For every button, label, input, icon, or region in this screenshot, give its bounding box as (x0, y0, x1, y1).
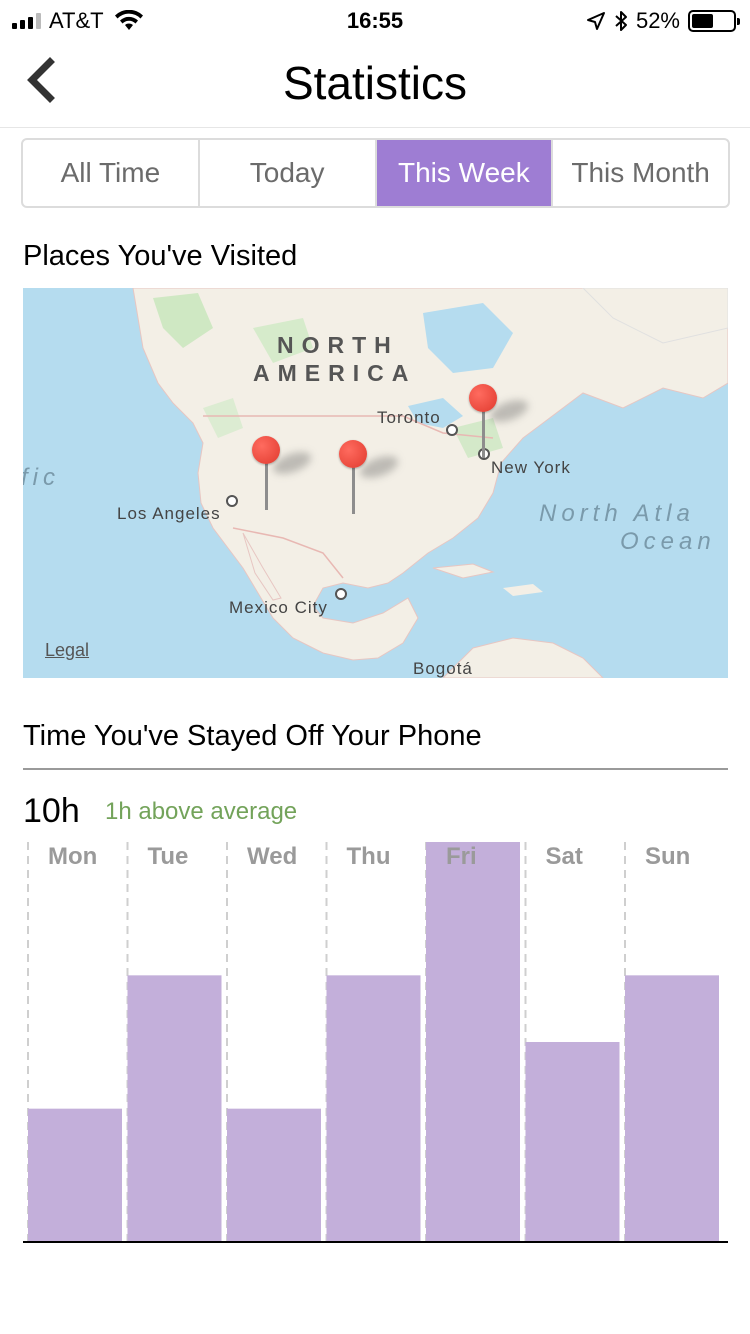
pin-icon (469, 384, 497, 412)
map-pin[interactable] (339, 440, 401, 520)
nav-bar: Statistics (0, 40, 750, 128)
chart-bar-fri[interactable] (426, 842, 520, 1242)
map-pin[interactable] (469, 384, 531, 464)
chart-bar-thu[interactable] (326, 975, 421, 1242)
bluetooth-icon (615, 11, 627, 31)
map-pin[interactable] (252, 436, 314, 516)
section-divider (23, 768, 728, 770)
map-label-north: NORTH (277, 332, 399, 358)
city-label-mexico-city: Mexico City (229, 598, 328, 617)
status-bar: AT&T 16:55 52% (0, 0, 750, 40)
segment-this-month[interactable]: This Month (553, 140, 728, 206)
chart-bar-sun[interactable] (625, 975, 719, 1242)
location-arrow-icon (586, 12, 605, 30)
battery-icon (688, 10, 740, 32)
chart-bar-wed[interactable] (227, 1108, 321, 1242)
chart-tick-label-sat: Sat (546, 843, 583, 870)
period-segmented-control: All Time Today This Week This Month (21, 138, 730, 208)
ocean-label-pacific: fic (23, 464, 60, 491)
chart-tick-label-fri: Fri (446, 843, 477, 870)
chart-bar-mon[interactable] (28, 1108, 122, 1242)
map-label-america: AMERICA (253, 360, 417, 386)
city-dot-toronto (446, 424, 458, 436)
page-title: Statistics (282, 57, 468, 109)
weekly-bar-chart: Mon Tue Wed Thu Fri Sat Sun (23, 842, 728, 1242)
city-label-toronto: Toronto (377, 408, 441, 427)
chart-tick-label-sun: Sun (645, 843, 690, 870)
city-label-los-angeles: Los Angeles (117, 504, 221, 523)
segment-all-time[interactable]: All Time (23, 140, 200, 206)
segment-today[interactable]: Today (200, 140, 377, 206)
city-label-new-york: New York (491, 458, 571, 477)
places-section-title: Places You've Visited (23, 240, 298, 272)
total-hours: 10h (23, 792, 80, 830)
city-dot-los-angeles (226, 495, 238, 507)
status-right: 52% (586, 8, 740, 34)
battery-percent: 52% (635, 8, 680, 33)
chart-tick-label-tue: Tue (148, 843, 189, 870)
average-comparison: 1h above average (105, 798, 298, 825)
pin-icon (339, 440, 367, 468)
map-legal-link[interactable]: Legal (45, 640, 89, 661)
pin-icon (252, 436, 280, 464)
chart-baseline (23, 1241, 728, 1243)
chart-tick-label-wed: Wed (247, 843, 297, 870)
chart-svg: Mon Tue Wed Thu Fri Sat Sun (27, 842, 719, 1242)
chart-bar-tue[interactable] (127, 975, 222, 1242)
ocean-label-north-atlantic: North Atla (539, 500, 695, 527)
chart-tick-label-thu: Thu (347, 843, 391, 870)
time-section-title: Time You've Stayed Off Your Phone (23, 720, 482, 752)
segment-this-week[interactable]: This Week (376, 140, 554, 206)
city-label-bogota: Bogotá (413, 659, 473, 678)
chart-tick-label-mon: Mon (48, 843, 97, 870)
city-dot-mexico-city (335, 588, 347, 600)
chart-bar-sat[interactable] (525, 1042, 620, 1242)
ocean-label-ocean: Ocean (620, 528, 716, 555)
places-map[interactable]: NORTH AMERICA Toronto New York Los Angel… (23, 288, 728, 678)
